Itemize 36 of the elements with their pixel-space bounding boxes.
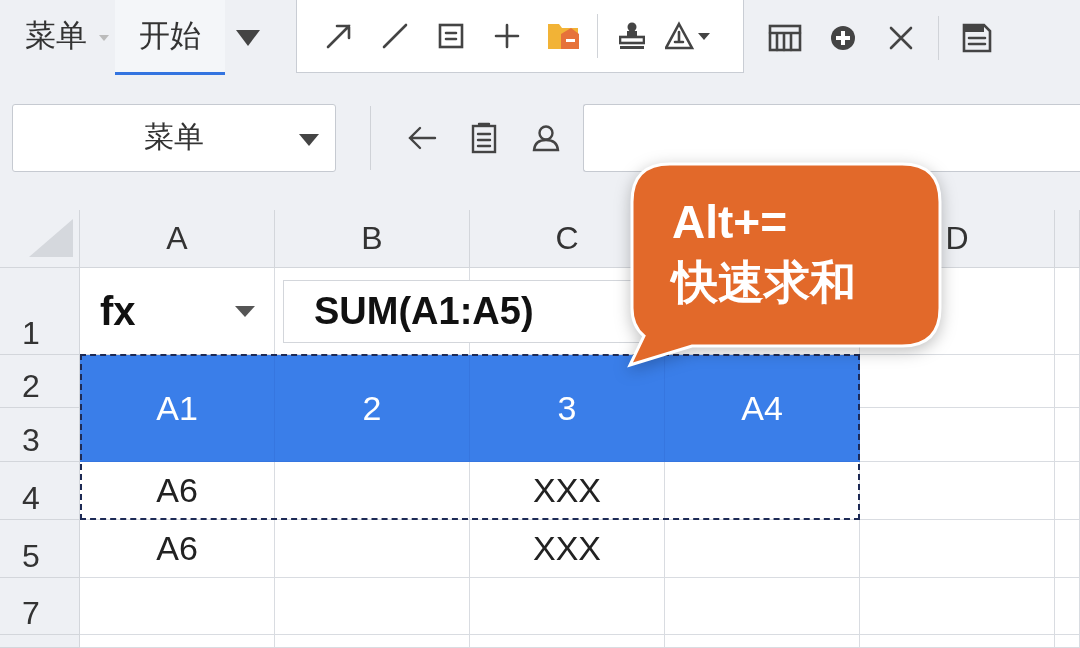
stamp-icon[interactable] xyxy=(619,21,645,51)
document-icon[interactable] xyxy=(962,22,992,53)
table-cell: 2 xyxy=(275,355,470,462)
row-header[interactable]: 3 xyxy=(0,408,80,462)
table-cell: A1 xyxy=(80,355,275,462)
row-header[interactable]: 4 xyxy=(0,462,80,520)
menu-tab[interactable]: 开始 xyxy=(115,0,225,75)
row-header[interactable]: 5 xyxy=(0,520,80,578)
calculator-icon[interactable] xyxy=(768,23,802,52)
warning-icon[interactable] xyxy=(665,21,711,51)
arrow-icon[interactable] xyxy=(325,22,353,50)
person-icon[interactable] xyxy=(532,123,560,152)
caret-icon xyxy=(99,34,109,41)
dropdown-icon xyxy=(299,133,319,146)
callout-text: 快速求和 xyxy=(672,255,857,310)
formula-field[interactable] xyxy=(583,103,1080,172)
dropdown-icon[interactable] xyxy=(236,29,260,46)
row-header[interactable]: 1 xyxy=(0,268,80,355)
clipboard-icon[interactable] xyxy=(471,121,497,154)
table-cell: 3 xyxy=(470,355,665,462)
row-header[interactable]: 7 xyxy=(0,578,80,635)
row-header[interactable]: 2 xyxy=(0,355,80,408)
plus-icon[interactable] xyxy=(493,22,521,50)
close-icon[interactable] xyxy=(888,24,914,51)
menu-tab[interactable]: 菜单 xyxy=(0,0,93,75)
callout-text: Alt+= xyxy=(672,195,789,250)
back-arrow-icon[interactable] xyxy=(407,124,437,151)
line-icon[interactable] xyxy=(381,22,409,50)
name-box[interactable]: 菜单 xyxy=(12,103,336,172)
list-icon[interactable] xyxy=(437,22,465,50)
table-cell: A4 xyxy=(665,355,860,462)
caret-icon xyxy=(235,306,255,317)
function-dropdown[interactable]: fx xyxy=(80,280,275,343)
column-header[interactable]: B xyxy=(275,210,470,268)
column-header[interactable]: A xyxy=(80,210,275,268)
folder-icon[interactable] xyxy=(546,21,580,51)
